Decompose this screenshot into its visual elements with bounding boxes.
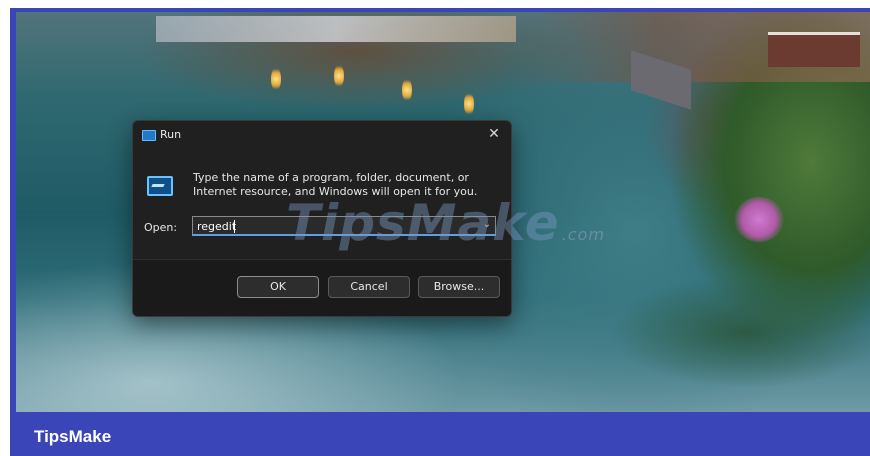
wallpaper-light (334, 64, 344, 88)
brand-logo-text: TipsMake (34, 427, 112, 446)
ok-button[interactable]: OK (237, 276, 319, 298)
dialog-title: Run (160, 128, 182, 141)
run-program-icon (147, 176, 173, 196)
watermark-suffix: .com (561, 225, 605, 244)
watermark-text: TipsMake (286, 194, 560, 252)
dialog-titlebar[interactable]: Run ✕ (133, 121, 511, 149)
wallpaper-boats (156, 16, 516, 42)
close-button[interactable]: ✕ (485, 125, 503, 143)
run-app-icon (142, 130, 156, 141)
wallpaper-light (271, 67, 281, 91)
cancel-button[interactable]: Cancel (328, 276, 410, 298)
wallpaper-light (402, 78, 412, 102)
wallpaper-light (464, 92, 474, 116)
close-icon: ✕ (488, 126, 500, 142)
browse-button[interactable]: Browse... (418, 276, 500, 298)
wallpaper-flowers (734, 197, 784, 242)
dialog-footer: OK Cancel Browse... (133, 259, 511, 316)
watermark: TipsMake .com (286, 194, 605, 252)
text-caret (234, 220, 235, 233)
brand-bar: TipsMake (10, 412, 870, 456)
open-label: Open: (144, 221, 178, 234)
wallpaper-balcony (768, 32, 860, 67)
